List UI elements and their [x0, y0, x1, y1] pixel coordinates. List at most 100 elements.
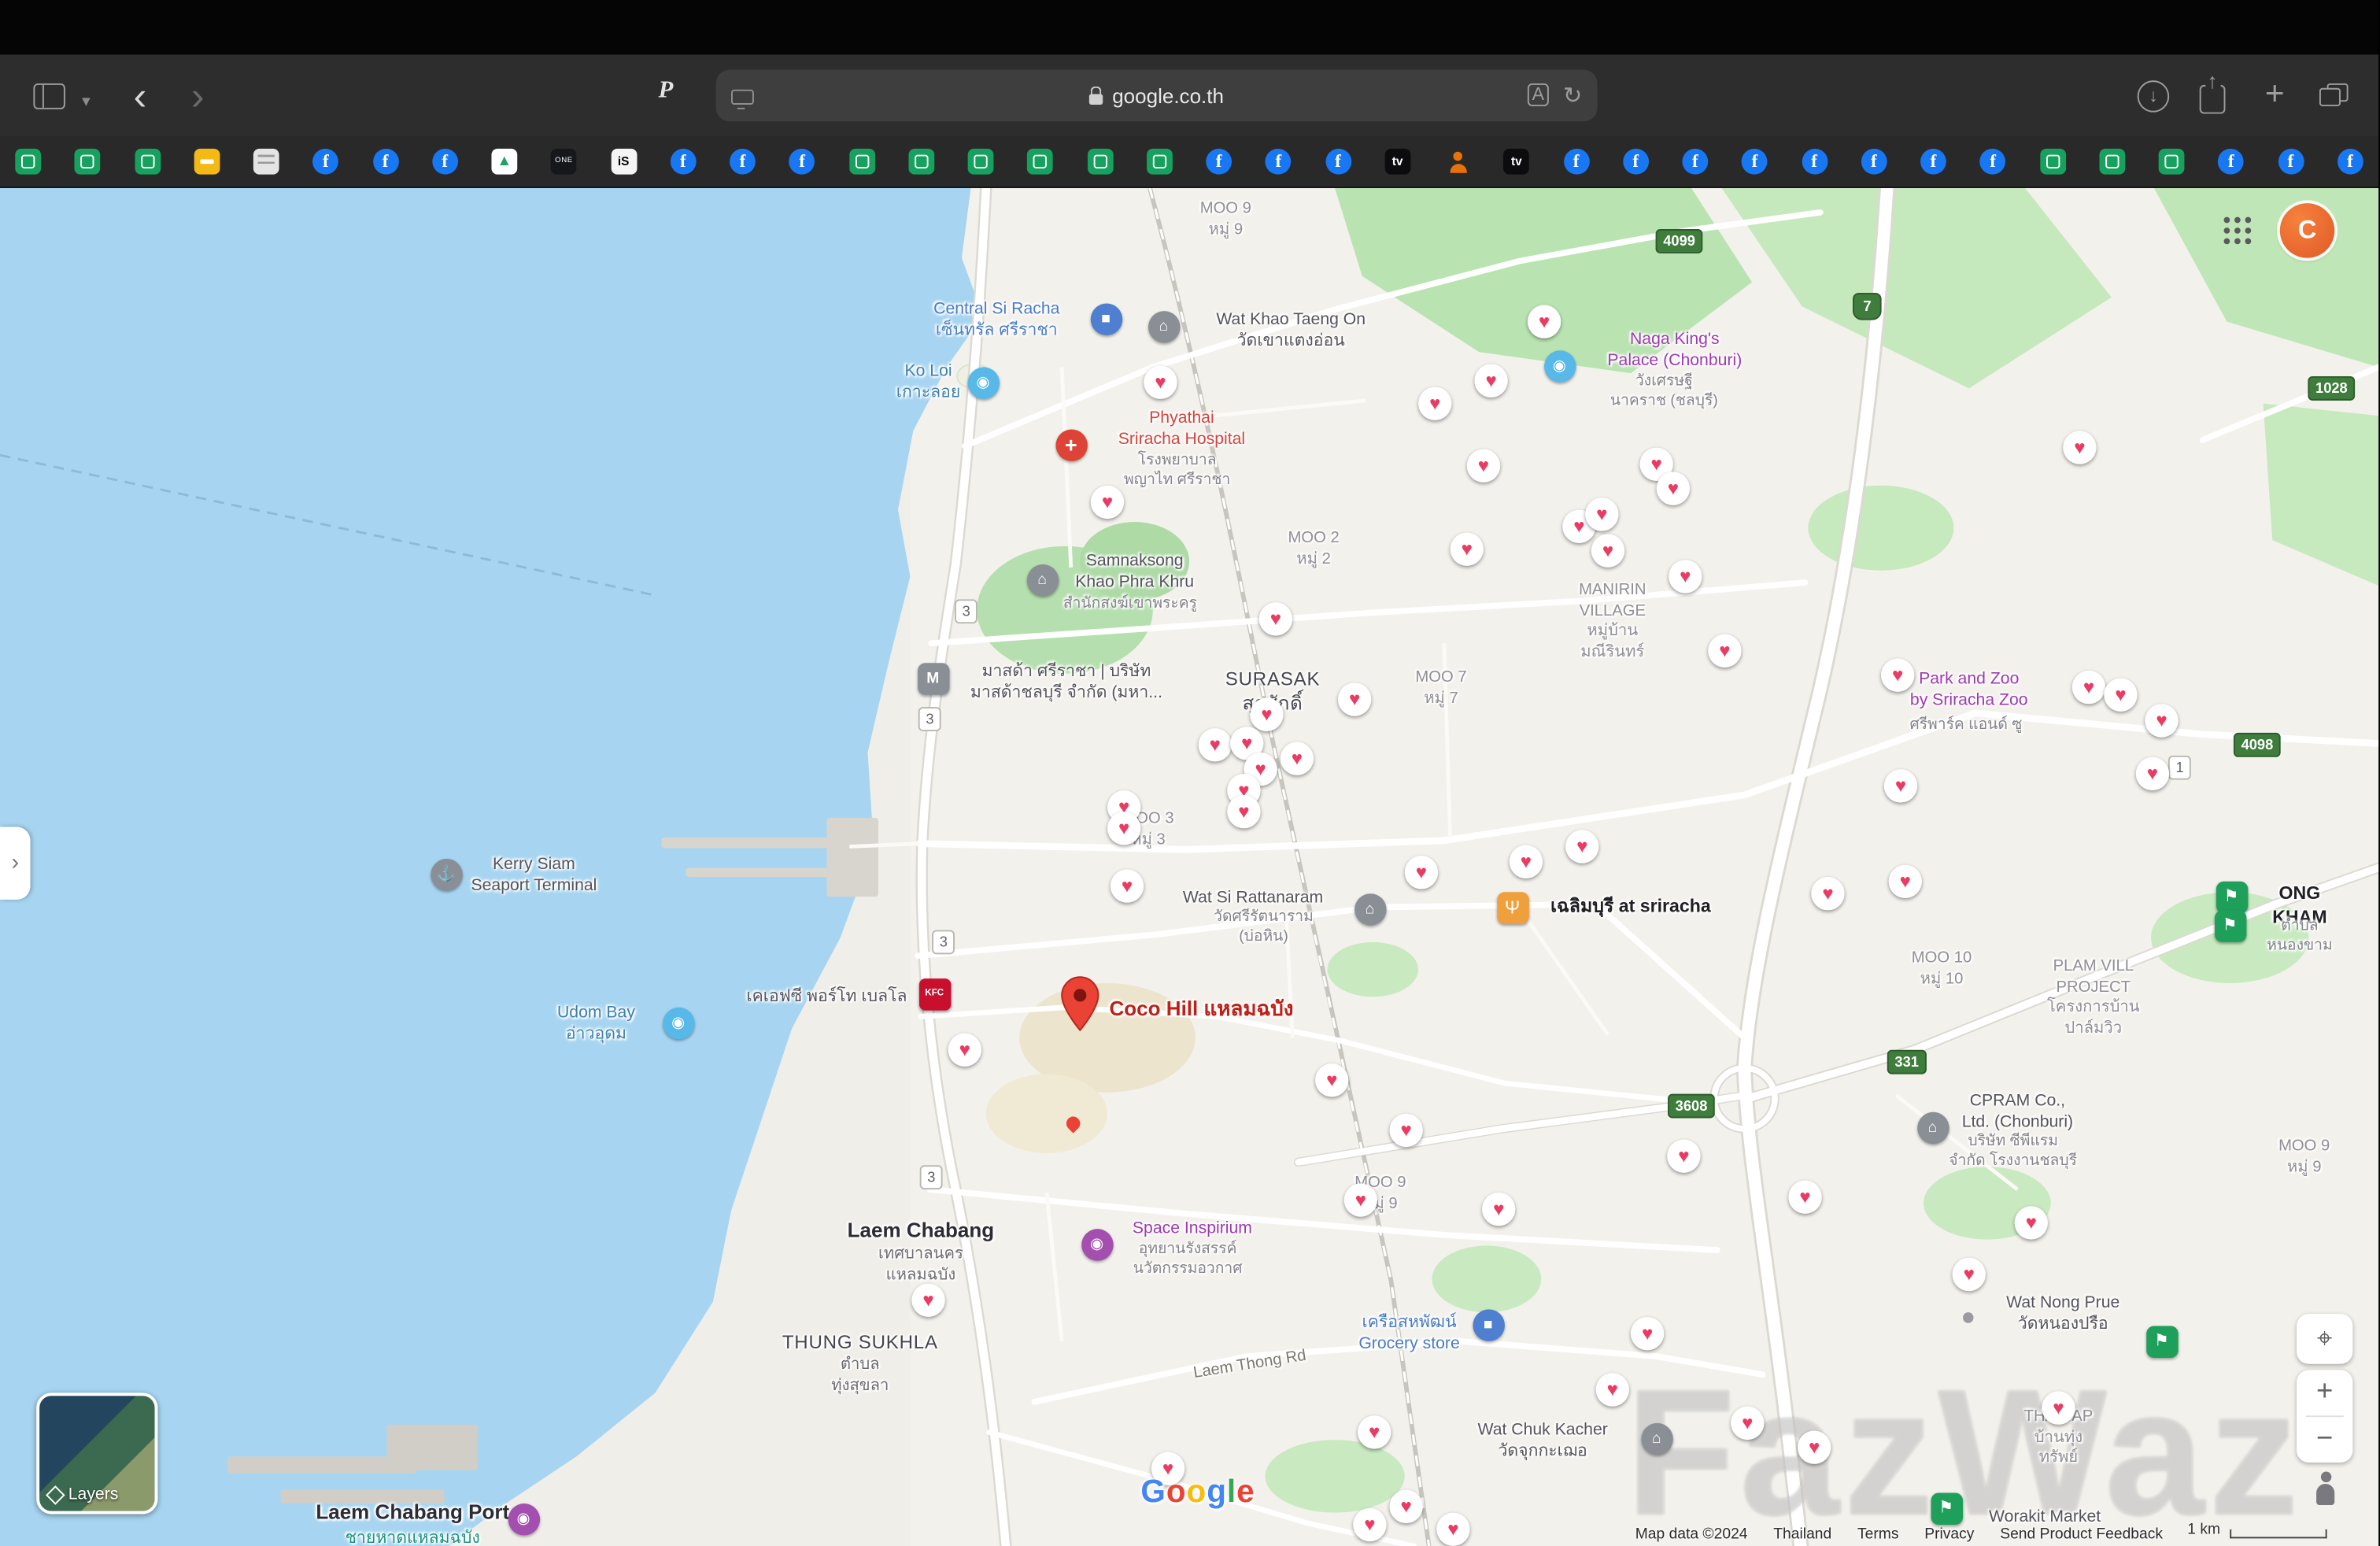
camp-poi-icon[interactable]: ◉ [508, 1503, 539, 1534]
saved-place-heart-marker[interactable]: ♥ [1111, 869, 1144, 902]
saved-place-heart-marker[interactable]: ♥ [1358, 1415, 1391, 1448]
space-poi-icon[interactable]: ◉ [1081, 1228, 1112, 1259]
saved-place-heart-marker[interactable]: ♥ [1667, 1139, 1700, 1172]
saved-place-heart-marker[interactable]: ♥ [1467, 449, 1500, 483]
flag-poi-icon[interactable]: ⚑ [1931, 1492, 1962, 1524]
saved-place-heart-marker[interactable]: ♥ [2136, 757, 2169, 790]
groc-poi-icon[interactable]: ■ [1473, 1308, 1504, 1340]
saved-place-heart-marker[interactable]: ♥ [1889, 865, 1922, 898]
flag-poi-icon[interactable]: ⚑ [2216, 881, 2247, 912]
saved-place-heart-marker[interactable]: ♥ [1418, 386, 1451, 420]
saved-place-heart-marker[interactable]: ♥ [2145, 704, 2178, 737]
map-label: MOO 10 หมู่ 10 [1912, 949, 1972, 990]
saved-place-heart-marker[interactable]: ♥ [2072, 671, 2105, 704]
saved-place-heart-marker[interactable]: ♥ [1788, 1181, 1821, 1214]
saved-place-heart-marker[interactable]: ♥ [1953, 1258, 1986, 1291]
gray-poi-icon[interactable]: ⌂ [1148, 310, 1179, 342]
destination-pin-icon[interactable] [1060, 975, 1099, 1041]
saved-place-heart-marker[interactable]: ♥ [1436, 1513, 1469, 1546]
flag-poi-icon[interactable]: ⚑ [2145, 1326, 2177, 1357]
saved-place-heart-marker[interactable]: ♥ [1091, 486, 1124, 519]
saved-place-heart-marker[interactable]: ♥ [1281, 742, 1314, 775]
saved-place-heart-marker[interactable]: ♥ [1811, 877, 1844, 910]
anchor-poi-icon[interactable]: ⚓ [430, 858, 461, 890]
cam-poi-icon[interactable]: ◉ [662, 1007, 693, 1038]
saved-place-heart-marker[interactable]: ♥ [2042, 1391, 2075, 1424]
saved-place-heart-marker[interactable]: ♥ [1585, 497, 1618, 531]
side-panel-toggle[interactable]: › [0, 827, 31, 900]
saved-place-heart-marker[interactable]: ♥ [948, 1034, 981, 1067]
saved-place-heart-marker[interactable]: ♥ [1144, 365, 1177, 398]
map-label: MOO 9 หมู่ 9 [2278, 1137, 2330, 1178]
saved-place-heart-marker[interactable]: ♥ [1657, 472, 1690, 505]
saved-place-heart-marker[interactable]: ♥ [1451, 533, 1484, 566]
saved-place-heart-marker[interactable]: ♥ [1389, 1490, 1422, 1523]
saved-place-heart-marker[interactable]: ♥ [1631, 1317, 1664, 1350]
cam-poi-icon[interactable]: ◉ [1543, 350, 1575, 381]
gray-poi-icon[interactable]: ⌂ [1026, 564, 1058, 595]
zoom-out-button[interactable]: − [2297, 1417, 2352, 1463]
flag-poi-icon[interactable]: ⚑ [2214, 909, 2245, 941]
saved-place-heart-marker[interactable]: ♥ [1259, 602, 1292, 635]
saved-place-heart-marker[interactable]: ♥ [1881, 658, 1914, 691]
map-label: Laem Chabang [848, 1217, 995, 1244]
map-label: Coco Hill แหลมฉบัง [1110, 996, 1294, 1023]
route-badge-3: 3 [918, 707, 941, 731]
gray-poi-icon[interactable]: ⌂ [1640, 1422, 1672, 1454]
mazda-poi-icon[interactable]: M [917, 662, 948, 693]
hosp-poi-icon[interactable]: + [1055, 428, 1086, 460]
saved-place-heart-marker[interactable]: ♥ [1528, 305, 1561, 338]
saved-place-heart-marker[interactable]: ♥ [1338, 682, 1371, 716]
google-apps-grid-icon[interactable] [2224, 217, 2252, 245]
gray-poi-icon[interactable]: ⌂ [1916, 1111, 1948, 1143]
route-badge-4098: 4098 [2234, 733, 2281, 757]
terms-link[interactable]: Terms [1857, 1526, 1898, 1543]
gray-poi-icon[interactable]: ⌂ [1354, 893, 1385, 924]
saved-place-heart-marker[interactable]: ♥ [1344, 1183, 1377, 1216]
map-label: Phyathai Sriracha Hospital [1118, 408, 1245, 451]
saved-place-heart-marker[interactable]: ♥ [1353, 1508, 1386, 1541]
saved-place-heart-marker[interactable]: ♥ [1107, 812, 1140, 845]
saved-place-heart-marker[interactable]: ♥ [1250, 698, 1283, 731]
map-label: Ko Loi เกาะลอย [896, 361, 961, 404]
pegman-icon[interactable] [2312, 1472, 2339, 1511]
map-label: ศรีพาร์ค แอนด์ ซู [1909, 716, 2022, 735]
dot-poi-icon[interactable] [1962, 1311, 1972, 1322]
saved-place-heart-marker[interactable]: ♥ [1482, 1193, 1515, 1226]
saved-place-heart-marker[interactable]: ♥ [1405, 856, 1438, 889]
account-avatar[interactable]: C [2280, 203, 2334, 257]
layers-button[interactable]: Layers [36, 1393, 157, 1514]
saved-place-heart-marker[interactable]: ♥ [1798, 1431, 1831, 1464]
saved-place-heart-marker[interactable]: ♥ [1596, 1373, 1629, 1406]
saved-place-heart-marker[interactable]: ♥ [1708, 634, 1741, 668]
my-location-button[interactable]: ⌖ [2297, 1314, 2352, 1364]
saved-place-heart-marker[interactable]: ♥ [1510, 845, 1543, 878]
saved-place-heart-marker[interactable]: ♥ [1315, 1063, 1348, 1097]
saved-place-heart-marker[interactable]: ♥ [1884, 769, 1917, 802]
grid-dots [2224, 217, 2230, 224]
saved-place-heart-marker[interactable]: ♥ [2015, 1206, 2048, 1239]
route-badge-3: 3 [932, 930, 955, 954]
zoom-in-button[interactable]: + [2297, 1370, 2352, 1415]
saved-place-heart-marker[interactable]: ♥ [1389, 1114, 1422, 1147]
saved-place-heart-marker[interactable]: ♥ [911, 1284, 944, 1317]
saved-place-heart-marker[interactable]: ♥ [1474, 364, 1507, 398]
saved-place-heart-marker[interactable]: ♥ [1669, 560, 1702, 593]
rest-poi-icon[interactable]: Ψ [1496, 891, 1528, 923]
zoom-control: + − [2297, 1370, 2352, 1463]
bookmark-pin-icon[interactable] [1060, 1112, 1086, 1138]
cam-poi-icon[interactable]: ◉ [967, 366, 999, 398]
map-label: Naga King's Palace (Chonburi) [1607, 329, 1742, 372]
saved-place-heart-marker[interactable]: ♥ [1227, 795, 1260, 828]
feedback-link[interactable]: Send Product Feedback [2000, 1526, 2163, 1543]
saved-place-heart-marker[interactable]: ♥ [1199, 728, 1232, 761]
saved-place-heart-marker[interactable]: ♥ [1591, 534, 1624, 567]
saved-place-heart-marker[interactable]: ♥ [2063, 431, 2096, 464]
saved-place-heart-marker[interactable]: ♥ [1565, 830, 1598, 863]
shop-poi-icon[interactable]: ■ [1090, 303, 1122, 335]
map-label: Park and Zoo by Sriracha Zoo [1910, 668, 2028, 712]
kfc-poi-icon[interactable]: KFC [918, 978, 950, 1009]
privacy-link[interactable]: Privacy [1924, 1526, 1974, 1543]
saved-place-heart-marker[interactable]: ♥ [2104, 679, 2137, 712]
saved-place-heart-marker[interactable]: ♥ [1731, 1407, 1764, 1440]
